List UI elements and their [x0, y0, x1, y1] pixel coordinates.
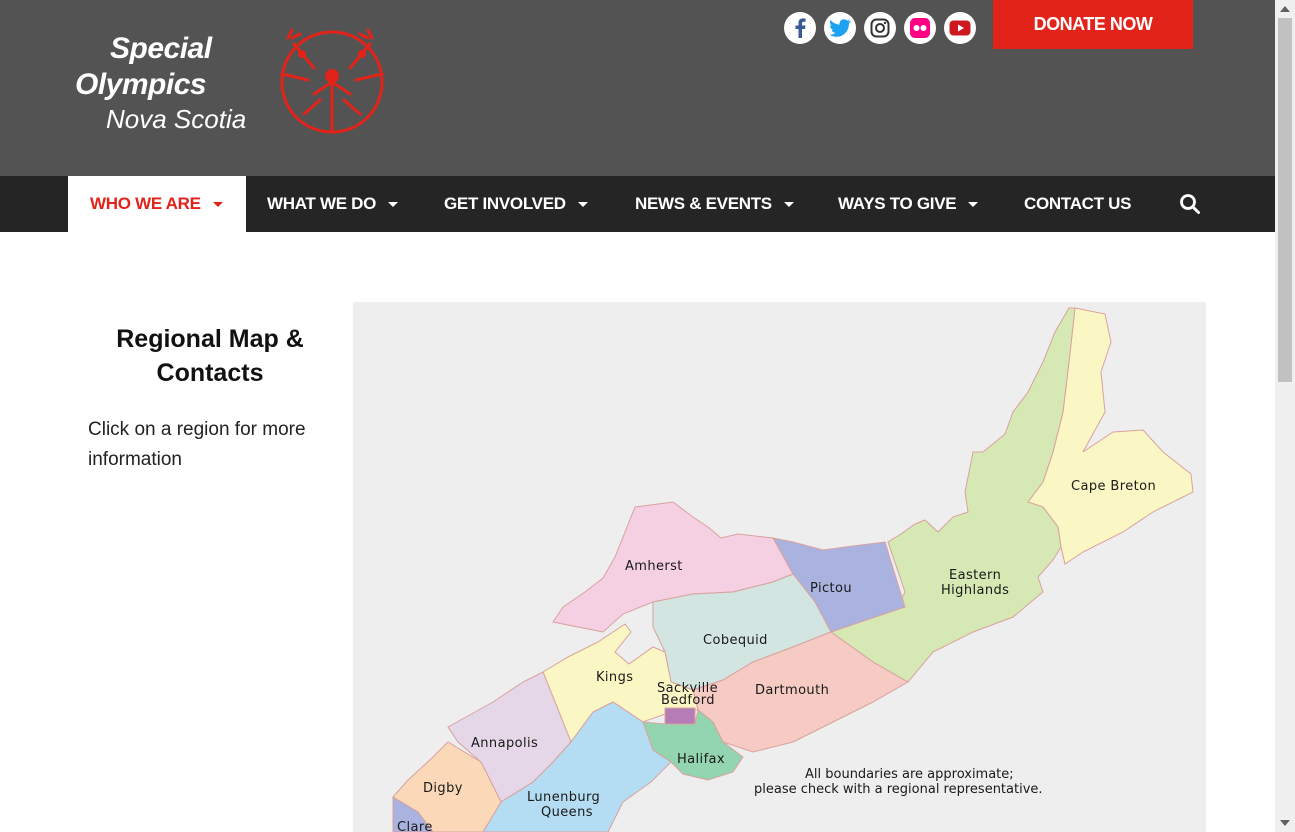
map-label-lunenburg: Lunenburg: [527, 790, 600, 805]
scroll-down-icon[interactable]: [1280, 820, 1290, 826]
regional-map-svg: Cape Breton Eastern Highlands Amherst Pi…: [392, 307, 1194, 832]
chevron-down-icon: [968, 201, 979, 207]
map-label-eastern-highlands-2: Highlands: [941, 583, 1009, 598]
nav-item-who-we-are[interactable]: WHO WE ARE: [68, 176, 246, 232]
nav-item-news-events[interactable]: NEWS & EVENTS: [635, 176, 794, 232]
nav-item-label: CONTACT US: [1024, 194, 1132, 213]
flickr-icon[interactable]: [904, 12, 936, 44]
youtube-icon[interactable]: [944, 12, 976, 44]
nav-item-label: WAYS TO GIVE: [838, 194, 957, 213]
site-logo[interactable]: Special Olympics Nova Scotia: [70, 24, 400, 149]
twitter-icon[interactable]: [824, 12, 856, 44]
map-label-queens: Queens: [541, 805, 593, 820]
nav-item-label: WHAT WE DO: [267, 194, 377, 213]
logo-text-line3: Nova Scotia: [106, 104, 247, 134]
scrollbar-thumb[interactable]: [1278, 18, 1292, 382]
facebook-icon[interactable]: [784, 12, 816, 44]
instagram-icon[interactable]: [864, 12, 896, 44]
page-intro-text: Click on a region for more information: [88, 419, 306, 470]
regional-map: Cape Breton Eastern Highlands Amherst Pi…: [353, 302, 1206, 832]
nav-item-get-involved[interactable]: GET INVOLVED: [444, 176, 588, 232]
chevron-down-icon: [577, 201, 588, 207]
map-label-cape-breton: Cape Breton: [1071, 479, 1156, 494]
map-label-dartmouth: Dartmouth: [755, 683, 829, 698]
nav-item-contact-us[interactable]: CONTACT US: [1024, 176, 1131, 232]
chevron-down-icon: [212, 201, 223, 207]
nav-item-label: GET INVOLVED: [444, 194, 566, 213]
logo-emblem-icon: [280, 28, 384, 134]
nav-item-what-we-do[interactable]: WHAT WE DO: [267, 176, 399, 232]
page-scrollbar[interactable]: [1275, 0, 1295, 832]
chevron-down-icon: [783, 201, 794, 207]
map-label-bedford: Bedford: [661, 693, 715, 708]
site-header: Special Olympics Nova Scotia DONATE NOW: [0, 0, 1275, 176]
map-label-kings: Kings: [596, 670, 633, 685]
map-label-amherst: Amherst: [625, 559, 683, 574]
map-note-line1: All boundaries are approximate;: [805, 767, 1014, 782]
social-links: [784, 12, 976, 44]
nav-item-ways-to-give[interactable]: WAYS TO GIVE: [838, 176, 979, 232]
map-label-pictou: Pictou: [810, 581, 852, 596]
map-label-eastern-highlands: Eastern: [949, 568, 1001, 583]
scroll-up-icon[interactable]: [1280, 6, 1290, 12]
map-label-clare: Clare: [397, 820, 433, 832]
page-title: Regional Map & Contacts: [116, 325, 304, 387]
page: Special Olympics Nova Scotia DONATE NOW …: [0, 0, 1295, 832]
region-sackville-bedford[interactable]: [664, 707, 696, 725]
nav-item-label: NEWS & EVENTS: [635, 194, 772, 213]
logo-text-line1: Special: [110, 32, 212, 65]
donate-button[interactable]: DONATE NOW: [993, 0, 1193, 49]
map-label-annapolis: Annapolis: [471, 736, 538, 751]
main-nav: WHO WE ARE WHAT WE DO GET INVOLVED NEWS …: [0, 176, 1275, 232]
map-label-digby: Digby: [423, 781, 463, 796]
map-label-halifax: Halifax: [677, 752, 725, 767]
search-icon[interactable]: [1178, 192, 1202, 216]
map-note-line2: please check with a regional representat…: [754, 782, 1043, 797]
chevron-down-icon: [388, 201, 399, 207]
logo-text-line2: Olympics: [75, 68, 207, 101]
map-label-cobequid: Cobequid: [703, 633, 768, 648]
nav-item-label: WHO WE ARE: [90, 194, 201, 213]
